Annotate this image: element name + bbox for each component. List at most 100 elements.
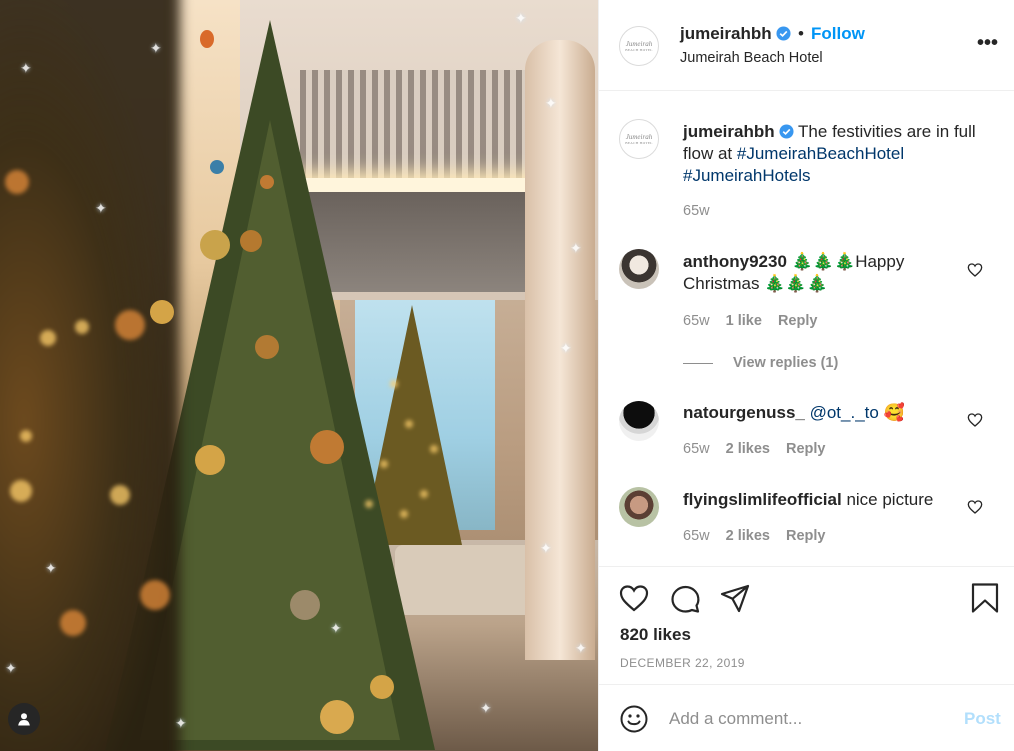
commenter-avatar[interactable] (619, 487, 659, 527)
bokeh-light (75, 320, 89, 334)
comment-text: natourgenuss_ @ot_._to 🥰 (683, 402, 983, 424)
hashtag-link[interactable]: #JumeirahBeachHotel (737, 144, 904, 163)
hashtag-link[interactable]: #JumeirahHotels (683, 166, 811, 185)
reply-button[interactable]: Reply (786, 528, 826, 544)
sparkle: ✦ (330, 620, 342, 636)
post-comment-button[interactable]: Post (964, 709, 1001, 729)
avatar-logo-text: Jumeirah (625, 132, 653, 141)
header-separator: • (798, 24, 804, 43)
bookmark-icon[interactable] (969, 582, 1001, 614)
caption-text: jumeirahbh The festivities are in full f… (683, 121, 993, 187)
comment-like-heart-icon[interactable] (967, 412, 983, 428)
caption-meta: 65w (683, 203, 722, 219)
comment-input[interactable] (669, 705, 949, 733)
caption-avatar[interactable]: Jumeirah BEACH HOTEL (619, 119, 659, 159)
caption-time[interactable]: 65w (683, 203, 710, 219)
user-tag-button[interactable] (8, 703, 40, 735)
bokeh-light (420, 490, 428, 498)
avatar-logo-subtext: BEACH HOTEL (625, 140, 653, 145)
commenter-avatar[interactable] (619, 249, 659, 289)
sparkle: ✦ (175, 715, 187, 731)
ornament (150, 300, 174, 324)
ornament (290, 590, 320, 620)
christmas-tree-emoji: 🎄🎄🎄 (791, 252, 856, 272)
bokeh-light (10, 480, 32, 502)
commenter-avatar[interactable] (619, 401, 659, 441)
more-options-icon[interactable]: ••• (977, 33, 998, 53)
sparkle: ✦ (540, 540, 552, 556)
post-header: Jumeirah BEACH HOTEL jumeirahbh • Follow… (599, 0, 1014, 91)
sparkle: ✦ (5, 660, 17, 676)
comment-username[interactable]: natourgenuss_ (683, 403, 805, 422)
sparkle: ✦ (95, 200, 107, 216)
comment-likes[interactable]: 1 like (726, 313, 762, 329)
sparkle: ✦ (150, 40, 162, 56)
ornament (210, 160, 224, 174)
comment-text: anthony9230 🎄🎄🎄Happy Christmas 🎄🎄🎄 (683, 251, 983, 295)
bokeh-light (60, 610, 86, 636)
comment-likes[interactable]: 2 likes (726, 441, 770, 457)
comment-username[interactable]: anthony9230 (683, 252, 787, 271)
heart-icon[interactable] (618, 582, 650, 614)
smiley-icon[interactable] (620, 705, 648, 733)
verified-badge-icon (779, 124, 794, 139)
comment-meta: 65w 2 likes Reply (683, 528, 838, 544)
comment-meta: 65w 1 like Reply (683, 313, 829, 329)
caption-username[interactable]: jumeirahbh (683, 122, 775, 141)
comment-like-heart-icon[interactable] (967, 499, 983, 515)
post-location[interactable]: Jumeirah Beach Hotel (680, 50, 823, 66)
ornament (320, 700, 354, 734)
comment-body: nice picture (846, 490, 934, 509)
comment-time[interactable]: 65w (683, 528, 710, 544)
author-username-text: jumeirahbh (680, 24, 772, 43)
avatar-logo-subtext: BEACH HOTEL (625, 47, 653, 52)
reply-button[interactable]: Reply (786, 441, 826, 457)
sparkle: ✦ (515, 10, 527, 26)
bokeh-light (115, 310, 145, 340)
sparkle: ✦ (480, 700, 492, 716)
comment-icon[interactable] (669, 582, 701, 614)
bokeh-light (430, 445, 438, 453)
post-date[interactable]: DECEMBER 22, 2019 (620, 656, 745, 670)
post-photo[interactable]: ✦ ✦ ✦ ✦ ✦ ✦ ✦ ✦ ✦ ✦ ✦ ✦ ✦ ✦ (0, 0, 598, 751)
view-replies-label: View replies (1) (733, 355, 839, 371)
ornament (370, 675, 394, 699)
comment-likes[interactable]: 2 likes (726, 528, 770, 544)
author-avatar[interactable]: Jumeirah BEACH HOTEL (619, 26, 659, 66)
avatar-logo-text: Jumeirah (625, 39, 653, 48)
bokeh-light (5, 170, 29, 194)
view-replies-button[interactable]: View replies (1) (733, 355, 850, 371)
ornament (260, 175, 274, 189)
comment-time[interactable]: 65w (683, 441, 710, 457)
ornament (255, 335, 279, 359)
author-username[interactable]: jumeirahbh (680, 24, 791, 44)
sparkle: ✦ (20, 60, 32, 76)
ornament (200, 230, 230, 260)
bokeh-light (405, 420, 413, 428)
likes-count[interactable]: 820 likes (620, 625, 691, 645)
foreground-blurred-tree (0, 0, 180, 751)
bokeh-light (20, 430, 32, 442)
comment-like-heart-icon[interactable] (967, 262, 983, 278)
ornament (240, 230, 262, 252)
paper-plane-icon[interactable] (719, 582, 751, 614)
follow-button[interactable]: Follow (811, 24, 865, 44)
bokeh-light (365, 500, 373, 508)
sparkle: ✦ (545, 95, 557, 111)
reply-button[interactable]: Reply (778, 313, 818, 329)
comment-time[interactable]: 65w (683, 313, 710, 329)
christmas-tree-emoji: 🎄🎄🎄 (764, 274, 828, 294)
comment-text: flyingslimlifeofficial nice picture (683, 489, 983, 511)
sparkle: ✦ (560, 340, 572, 356)
comment-username[interactable]: flyingslimlifeofficial (683, 490, 842, 509)
ornament (200, 30, 214, 48)
mention-link[interactable]: @ot_._to (810, 403, 879, 422)
post-details-panel: Jumeirah BEACH HOTEL jumeirahbh • Follow… (598, 0, 1014, 751)
comment-meta: 65w 2 likes Reply (683, 441, 838, 457)
bokeh-light (110, 485, 130, 505)
smiling-hearts-emoji: 🥰 (883, 403, 905, 423)
comments-list[interactable]: Jumeirah BEACH HOTEL jumeirahbh The fest… (599, 91, 1014, 566)
bokeh-light (400, 510, 408, 518)
bokeh-light (40, 330, 56, 346)
comment-composer: Post (599, 684, 1014, 751)
